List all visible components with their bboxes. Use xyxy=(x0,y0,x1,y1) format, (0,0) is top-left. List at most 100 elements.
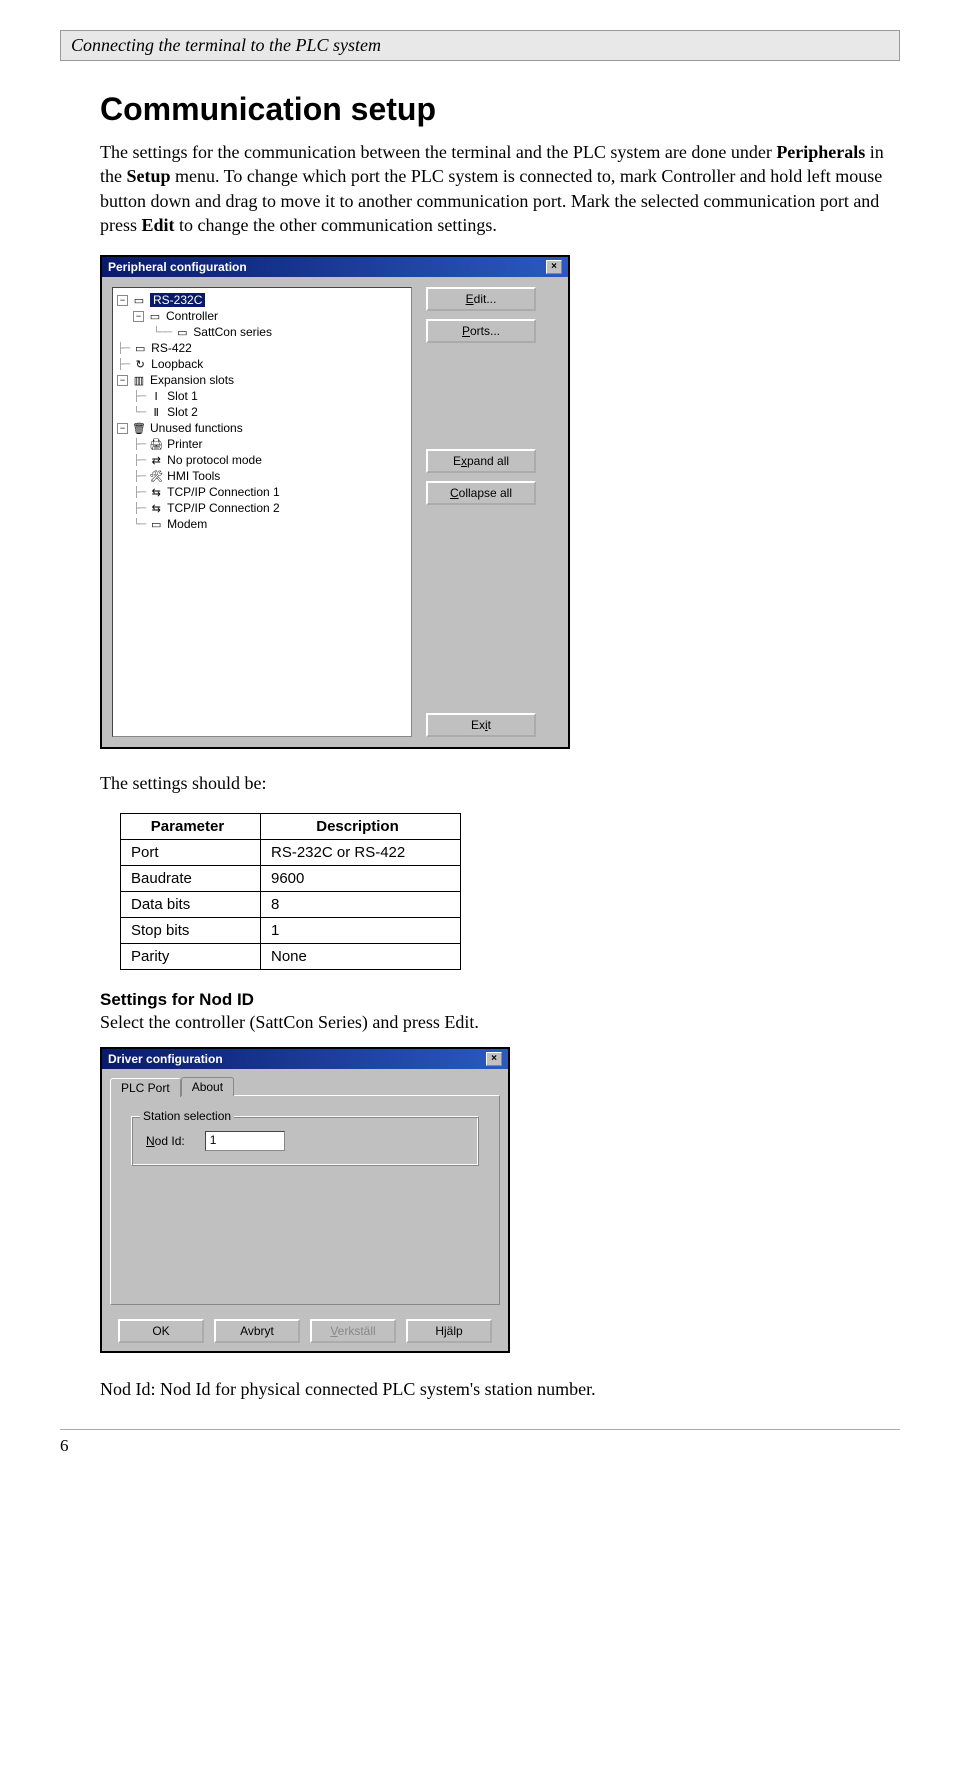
tree-label: Slot 1 xyxy=(167,389,198,403)
edit-button[interactable]: Edit... xyxy=(426,287,536,311)
tree-item-tcpip2[interactable]: ├─ ⇆ TCP/IP Connection 2 xyxy=(117,500,407,516)
nod-id-input[interactable]: 1 xyxy=(205,1131,285,1151)
text-bold: Edit xyxy=(142,215,175,235)
driver-config-dialog: Driver configuration × PLC Port About St… xyxy=(100,1047,510,1353)
intro-paragraph: The settings for the communication betwe… xyxy=(60,140,900,237)
ports-button[interactable]: Ports... xyxy=(426,319,536,343)
tree-connector: └─ xyxy=(133,407,145,418)
tree-item-controller[interactable]: − ▭ Controller xyxy=(117,308,407,324)
tree-item-modem[interactable]: └─ ▭ Modem xyxy=(117,516,407,532)
collapse-icon[interactable]: − xyxy=(117,295,128,306)
tree-item-printer[interactable]: ├─ 🖨 Printer xyxy=(117,436,407,452)
tree-connector: ├─ xyxy=(133,455,145,466)
dialog-titlebar[interactable]: Peripheral configuration × xyxy=(102,257,568,277)
cell: Parity xyxy=(121,944,261,970)
tree-item-rs422[interactable]: ├─ ▭ RS-422 xyxy=(117,340,407,356)
exit-button[interactable]: Exit xyxy=(426,713,536,737)
device-icon: ▭ xyxy=(175,326,189,338)
tree-label: Printer xyxy=(167,437,202,451)
tree-label: RS-232C xyxy=(150,293,205,307)
cell: Stop bits xyxy=(121,918,261,944)
tree-connector: ├─ xyxy=(117,359,129,370)
cell: Baudrate xyxy=(121,866,261,892)
text-bold: Setup xyxy=(127,166,171,186)
tree-connector: ├─ xyxy=(133,391,145,402)
nod-id-footer-text: Nod Id: Nod Id for physical connected PL… xyxy=(60,1377,900,1401)
text-bold: Peripherals xyxy=(776,142,865,162)
cell: 9600 xyxy=(261,866,461,892)
text: to change the other communication settin… xyxy=(175,215,497,235)
group-label: Station selection xyxy=(140,1109,234,1123)
collapse-all-button[interactable]: Collapse all xyxy=(426,481,536,505)
table-row: Data bits8 xyxy=(121,892,461,918)
cell: RS-232C or RS-422 xyxy=(261,840,461,866)
page-footer: 6 xyxy=(60,1429,900,1456)
tree-item-loopback[interactable]: ├─ ↻ Loopback xyxy=(117,356,407,372)
table-row: Baudrate9600 xyxy=(121,866,461,892)
tree-item-hmi[interactable]: ├─ 🛠 HMI Tools xyxy=(117,468,407,484)
tab-panel: Station selection Nod Id: 1 xyxy=(110,1095,500,1305)
cell: 1 xyxy=(261,918,461,944)
expand-all-button[interactable]: Expand all xyxy=(426,449,536,473)
nod-id-text: Select the controller (SattCon Series) a… xyxy=(60,1010,900,1034)
page-header: Connecting the terminal to the PLC syste… xyxy=(60,30,900,61)
close-icon[interactable]: × xyxy=(486,1052,502,1066)
ok-button[interactable]: OK xyxy=(118,1319,204,1343)
slots-icon: ▥ xyxy=(132,374,146,386)
tab-plc-port[interactable]: PLC Port xyxy=(110,1078,181,1097)
trash-icon: 🗑 xyxy=(132,422,146,434)
station-selection-group: Station selection Nod Id: 1 xyxy=(131,1116,479,1166)
help-button[interactable]: Hjälp xyxy=(406,1319,492,1343)
network-icon: ⇆ xyxy=(149,486,163,498)
tree-item-expansion[interactable]: − ▥ Expansion slots xyxy=(117,372,407,388)
cell: Data bits xyxy=(121,892,261,918)
tree-view[interactable]: − ▭ RS-232C − ▭ Controller └── ▭ SattCon… xyxy=(112,287,412,737)
table-header-description: Description xyxy=(261,814,461,840)
page-number: 6 xyxy=(60,1436,69,1455)
settings-table: Parameter Description PortRS-232C or RS-… xyxy=(120,813,461,970)
tree-connector: ├─ xyxy=(133,439,145,450)
cancel-button[interactable]: Avbryt xyxy=(214,1319,300,1343)
tree-connector: └─ xyxy=(133,519,145,530)
printer-icon: 🖨 xyxy=(149,438,163,450)
tree-label: TCP/IP Connection 1 xyxy=(167,485,280,499)
tools-icon: 🛠 xyxy=(149,470,163,482)
collapse-icon[interactable]: − xyxy=(133,311,144,322)
tree-item-slot2[interactable]: └─ Ⅱ Slot 2 xyxy=(117,404,407,420)
collapse-icon[interactable]: − xyxy=(117,423,128,434)
apply-button[interactable]: Verkställ xyxy=(310,1319,396,1343)
table-header-parameter: Parameter xyxy=(121,814,261,840)
tree-connector: ├─ xyxy=(117,343,129,354)
close-icon[interactable]: × xyxy=(546,260,562,274)
collapse-icon[interactable]: − xyxy=(117,375,128,386)
settings-intro: The settings should be: xyxy=(60,771,900,795)
tree-label: RS-422 xyxy=(151,341,192,355)
nod-id-label: Nod Id: xyxy=(146,1134,185,1148)
tree-item-tcpip1[interactable]: ├─ ⇆ TCP/IP Connection 1 xyxy=(117,484,407,500)
cell: None xyxy=(261,944,461,970)
tree-connector: ├─ xyxy=(133,503,145,514)
tree-label: Expansion slots xyxy=(150,373,234,387)
tree-item-sattcon[interactable]: └── ▭ SattCon series xyxy=(117,324,407,340)
dialog-title: Driver configuration xyxy=(108,1052,223,1066)
tree-item-slot1[interactable]: ├─ Ⅰ Slot 1 xyxy=(117,388,407,404)
tree-item-unused[interactable]: − 🗑 Unused functions xyxy=(117,420,407,436)
tree-connector: └── xyxy=(153,327,171,338)
table-row: Stop bits1 xyxy=(121,918,461,944)
peripheral-config-dialog: Peripheral configuration × − ▭ RS-232C −… xyxy=(100,255,570,749)
controller-icon: ▭ xyxy=(148,310,162,322)
section-title: Communication setup xyxy=(60,91,900,128)
protocol-icon: ⇄ xyxy=(149,454,163,466)
tree-label: SattCon series xyxy=(193,325,272,339)
tree-item-rs232c[interactable]: − ▭ RS-232C xyxy=(117,292,407,308)
text: The settings for the communication betwe… xyxy=(100,142,776,162)
loopback-icon: ↻ xyxy=(133,358,147,370)
tab-about[interactable]: About xyxy=(181,1077,234,1096)
slot-icon: Ⅱ xyxy=(149,406,163,418)
tree-label: TCP/IP Connection 2 xyxy=(167,501,280,515)
tree-label: No protocol mode xyxy=(167,453,262,467)
slot-icon: Ⅰ xyxy=(149,390,163,402)
port-icon: ▭ xyxy=(133,342,147,354)
dialog-titlebar[interactable]: Driver configuration × xyxy=(102,1049,508,1069)
tree-item-no-protocol[interactable]: ├─ ⇄ No protocol mode xyxy=(117,452,407,468)
